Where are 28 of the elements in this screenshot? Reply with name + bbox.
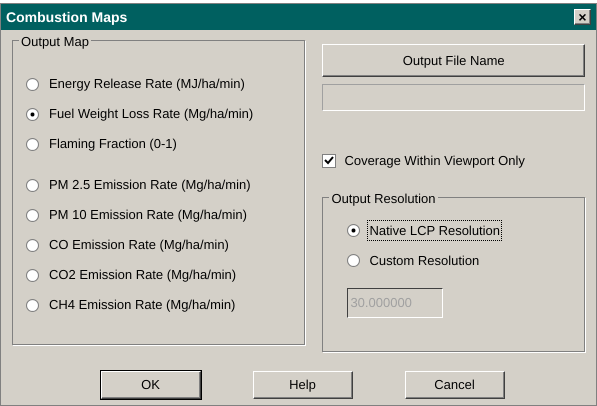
radio-label: Custom Resolution <box>368 252 480 270</box>
check-icon <box>324 156 334 166</box>
radio-label: CH4 Emission Rate (Mg/ha/min) <box>49 296 236 314</box>
dialog-button[interactable]: OK <box>100 370 200 398</box>
checkbox-label: Coverage Within Viewport Only <box>344 152 525 170</box>
output-file-name-button[interactable]: Output File Name <box>322 44 585 77</box>
radio-label: PM 10 Emission Rate (Mg/ha/min) <box>49 206 247 224</box>
close-button[interactable]: × <box>574 9 591 25</box>
radio-label: Flaming Fraction (0-1) <box>49 135 177 154</box>
radio-label: Fuel Weight Loss Rate (Mg/ha/min) <box>49 105 254 124</box>
radio-button[interactable] <box>26 298 39 312</box>
radio-button[interactable] <box>26 138 39 150</box>
radio-button[interactable] <box>26 78 39 90</box>
file-name-field[interactable] <box>322 84 585 111</box>
radio-button[interactable] <box>26 178 39 192</box>
window-title: Combustion Maps <box>6 8 128 27</box>
radio-label: CO Emission Rate (Mg/ha/min) <box>49 236 229 254</box>
radio-label: PM 2.5 Emission Rate (Mg/ha/min) <box>49 176 251 194</box>
dialog-button[interactable]: Help <box>252 370 352 398</box>
dialog-button[interactable]: Cancel <box>404 370 504 398</box>
radio-button[interactable] <box>26 238 39 252</box>
radio-label: CO2 Emission Rate (Mg/ha/min) <box>49 266 236 284</box>
checkbox[interactable] <box>322 154 336 168</box>
radio-button[interactable] <box>26 268 39 282</box>
radio-button[interactable] <box>26 208 39 222</box>
radio-label: Energy Release Rate (MJ/ha/min) <box>49 75 245 94</box>
radio-label: Native LCP Resolution <box>368 220 502 240</box>
radio-button[interactable] <box>26 108 39 120</box>
